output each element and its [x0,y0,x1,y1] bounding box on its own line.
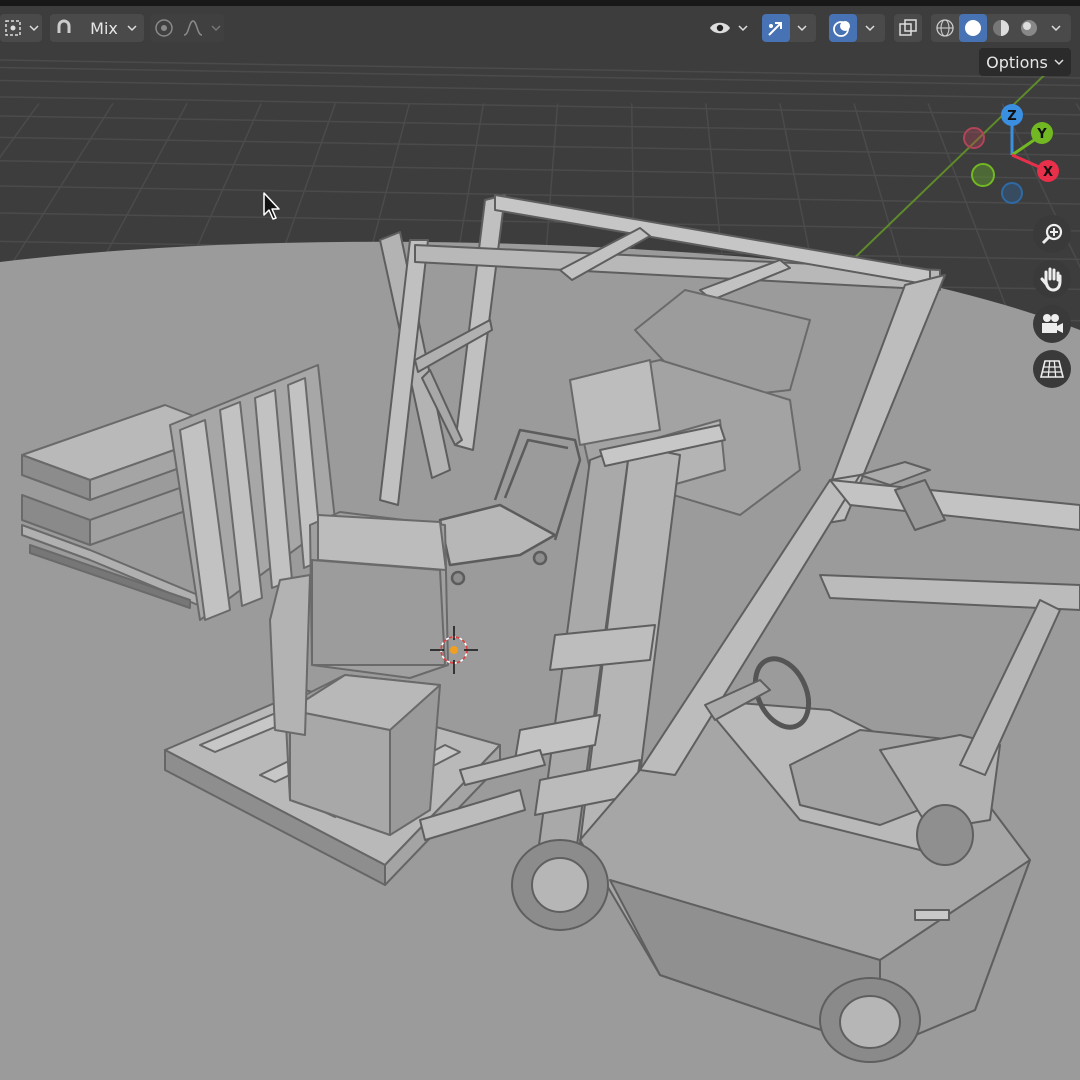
mouse-pointer-icon [263,192,280,220]
material-shading-icon[interactable] [987,14,1015,42]
falloff-curve-icon[interactable] [178,14,208,42]
solid-shading-icon[interactable] [959,14,987,42]
options-button[interactable]: Options [979,48,1071,76]
camera-icon [1042,314,1063,333]
chevron-down-icon[interactable] [857,14,883,42]
3d-viewport[interactable]: Mix Options Z Y X [0,0,1080,1080]
xray-toggle[interactable] [894,14,922,42]
y-axis-label: Y [1036,127,1047,142]
3d-cursor [430,626,478,674]
neg-x-axis-handle[interactable] [963,127,985,149]
shading-group [931,14,1071,42]
visibility-dropdown[interactable] [705,14,753,42]
rendered-shading-icon[interactable] [1015,14,1043,42]
xray-icon [894,14,922,42]
gizmo-arrow-icon[interactable] [762,14,790,42]
gizmo-group [762,14,816,42]
neg-z-axis-handle[interactable] [1001,182,1023,204]
zoom-button[interactable] [1033,215,1071,253]
perspective-toggle-button[interactable] [1033,350,1071,388]
snap-magnet-icon[interactable] [50,14,78,42]
chevron-down-icon [26,14,42,42]
zoom-icon [1041,223,1063,245]
chevron-down-icon[interactable] [1043,14,1069,42]
chevron-down-icon [124,14,140,42]
snap-group: Mix [50,14,144,42]
options-label: Options [986,52,1048,72]
proportional-group [150,14,224,42]
chevron-down-icon [1054,59,1064,66]
blend-mode-label[interactable]: Mix [78,14,124,42]
chevron-down-icon [735,14,751,42]
navigation-gizmo[interactable]: Z Y X [955,95,1075,215]
z-axis-label: Z [1007,109,1016,124]
overlay-icon[interactable] [829,14,857,42]
pan-button[interactable] [1033,260,1071,298]
overlay-group [829,14,885,42]
viewport-header: Mix [0,6,1080,44]
x-axis-label: X [1043,165,1053,180]
proportional-edit-icon[interactable] [150,14,178,42]
eye-visibility-icon [705,14,735,42]
neg-y-axis-handle[interactable] [971,163,995,187]
chevron-down-icon [208,14,224,42]
camera-view-button[interactable] [1033,305,1071,343]
grid-perspective-icon [1039,360,1065,378]
pivot-dropdown[interactable] [0,14,42,42]
pivot-icon [0,14,26,42]
viewport-scene[interactable] [0,0,1080,1080]
chevron-down-icon[interactable] [790,14,814,42]
hand-pan-icon [1040,267,1062,292]
wireframe-shading-icon[interactable] [931,14,959,42]
